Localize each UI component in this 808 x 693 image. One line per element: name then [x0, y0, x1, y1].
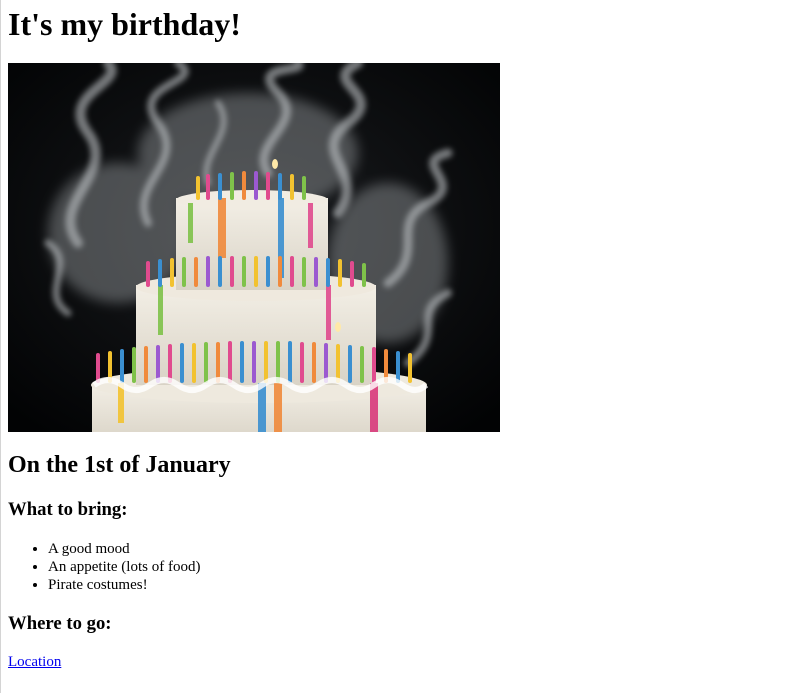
bring-list: A good mood An appetite (lots of food) P…	[8, 540, 200, 594]
page-left-border	[0, 0, 1, 693]
location-link[interactable]: Location	[8, 653, 61, 671]
birthday-cake-image	[8, 63, 500, 432]
where-to-go-heading: Where to go:	[8, 613, 112, 634]
date-heading: On the 1st of January	[8, 452, 231, 478]
list-item: An appetite (lots of food)	[48, 558, 200, 576]
list-item: A good mood	[48, 540, 200, 558]
page-title: It's my birthday!	[8, 6, 241, 42]
list-item: Pirate costumes!	[48, 576, 200, 594]
what-to-bring-heading: What to bring:	[8, 499, 128, 520]
